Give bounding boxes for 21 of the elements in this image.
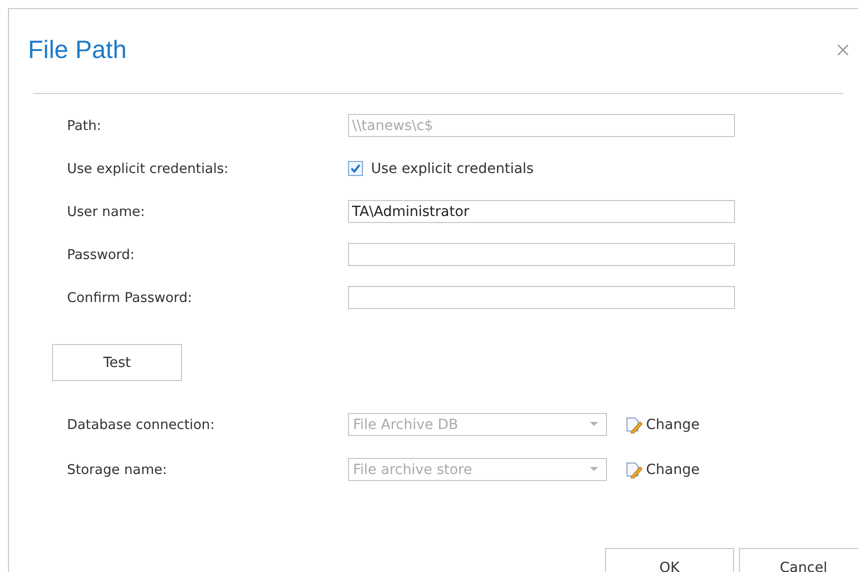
dialog-button[interactable]: Cancel (739, 548, 858, 572)
test-button[interactable]: Test (52, 344, 182, 381)
field-label: Storage name: (67, 462, 168, 478)
dropdown-arrow-icon (590, 422, 598, 427)
field-label: Password: (67, 246, 136, 262)
dialog-title: File Path (28, 36, 127, 64)
field-label: Database connection: (67, 416, 216, 432)
text-field[interactable] (348, 286, 735, 309)
field-label: User name: (67, 204, 146, 220)
checkbox-label: Use explicit credentials (371, 160, 534, 176)
text-field[interactable] (348, 243, 735, 266)
text-field[interactable]: TA\Administrator (348, 200, 735, 223)
checkbox[interactable] (348, 161, 363, 176)
edit-pencil-icon (625, 460, 643, 478)
close-icon[interactable] (837, 44, 849, 56)
field-label: Use explicit credentials: (67, 160, 230, 176)
dropdown-arrow-icon (590, 467, 598, 472)
field-label: Confirm Password: (67, 290, 194, 306)
dialog-button[interactable]: OK (605, 548, 734, 572)
edit-pencil-icon (625, 416, 643, 434)
field-label: Path: (67, 118, 102, 134)
